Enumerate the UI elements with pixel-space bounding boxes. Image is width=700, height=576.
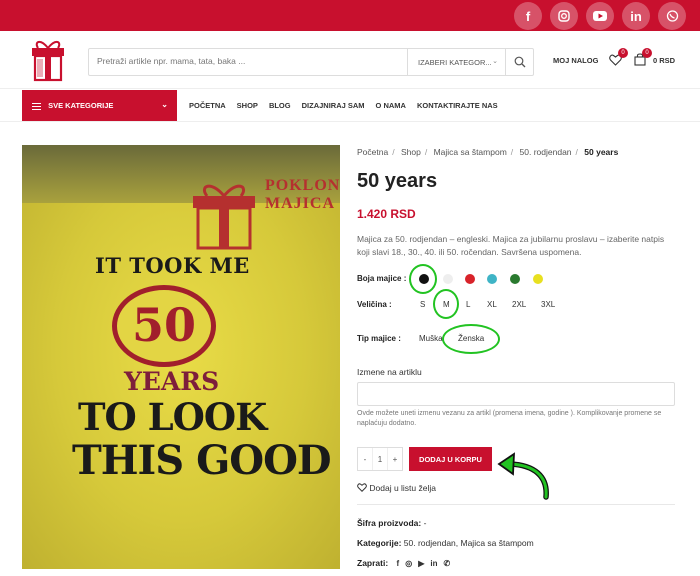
edit-input[interactable] xyxy=(357,382,675,406)
share-viber-icon[interactable]: ✆ xyxy=(443,559,450,568)
main-nav: SVE KATEGORIJE ⌄ POČETNA SHOP BLOG DIZAJ… xyxy=(0,90,700,122)
print-line-1: IT TOOK ME xyxy=(95,253,250,278)
cart-button[interactable]: 0 xyxy=(634,48,652,71)
type-option-male[interactable]: Muška xyxy=(419,334,443,343)
size-option-l[interactable]: L xyxy=(466,300,470,309)
breadcrumb-subcategory[interactable]: 50. rodjendan xyxy=(520,147,572,157)
breadcrumb-home[interactable]: Početna xyxy=(357,147,388,157)
size-option-2xl[interactable]: 2XL xyxy=(512,300,526,309)
search-button[interactable] xyxy=(505,49,533,75)
categories-value[interactable]: 50. rodjendan, Majica sa štampom xyxy=(404,538,534,548)
share-instagram-icon[interactable]: ◎ xyxy=(405,559,412,568)
product-price: 1.420 RSD xyxy=(357,207,416,221)
categories-row: Kategorije: 50. rodjendan, Majica sa šta… xyxy=(357,538,534,548)
nav-item-shop[interactable]: SHOP xyxy=(237,101,258,110)
color-swatch-yellow[interactable] xyxy=(533,274,543,284)
all-categories-label: SVE KATEGORIJE xyxy=(48,101,114,111)
color-swatch-white[interactable] xyxy=(443,274,453,284)
print-number: 50 xyxy=(131,298,196,352)
nav-item-home[interactable]: POČETNA xyxy=(189,101,226,110)
instagram-icon[interactable] xyxy=(550,2,578,30)
edit-label: Izmene na artiklu xyxy=(357,367,422,377)
category-select-label: IZABERI KATEGOR... xyxy=(418,58,492,67)
size-option-s[interactable]: S xyxy=(420,300,425,309)
product-title: 50 years xyxy=(357,170,438,192)
search-bar: Pretraži artikle npr. mama, tata, baka .… xyxy=(88,48,534,76)
facebook-icon[interactable]: f xyxy=(514,2,542,30)
add-to-wishlist-label: Dodaj u listu želja xyxy=(369,483,436,493)
category-select[interactable]: IZABERI KATEGOR... ⌄ xyxy=(407,49,506,75)
sku-label: Šifra proizvoda: xyxy=(357,518,422,528)
print-line-2: YEARS xyxy=(124,367,220,396)
print-line-4: THIS GOOD xyxy=(72,437,332,484)
highlight-circle-color xyxy=(409,264,437,294)
nav-item-about[interactable]: O NAMA xyxy=(376,101,406,110)
wishlist-button[interactable]: 0 xyxy=(609,48,628,71)
search-icon xyxy=(514,56,525,68)
size-option-xl[interactable]: XL xyxy=(487,300,497,309)
breadcrumb: Početna / Shop / Majica sa štampom/ 50. ro… xyxy=(357,147,619,157)
share-youtube-icon[interactable]: ▶ xyxy=(418,559,424,568)
share-row: Zaprati: f ◎ ▶ in ✆ xyxy=(357,558,450,568)
cart-count: 0 xyxy=(642,48,652,58)
color-swatch-cyan[interactable] xyxy=(487,274,497,284)
heart-icon xyxy=(357,483,367,492)
breadcrumb-category[interactable]: Majica sa štampom xyxy=(434,147,507,157)
highlight-circle-size xyxy=(433,289,459,319)
social-links: f in xyxy=(514,2,686,30)
all-categories-button[interactable]: SVE KATEGORIJE ⌄ xyxy=(22,90,177,121)
highlight-circle-type xyxy=(442,324,500,354)
nav-item-contact[interactable]: KONTAKTIRAJTE NAS xyxy=(417,101,498,110)
image-brand-bottom: MAJICA xyxy=(265,195,335,212)
sku-row: Šifra proizvoda: - xyxy=(357,518,426,528)
chevron-down-icon: ⌄ xyxy=(161,100,168,109)
type-label: Tip majice : xyxy=(357,334,401,343)
arrow-annotation-icon xyxy=(497,452,549,500)
youtube-icon[interactable] xyxy=(586,2,614,30)
image-brand-top: POKLON xyxy=(265,177,341,194)
color-swatch-green[interactable] xyxy=(510,274,520,284)
gift-logo-icon[interactable] xyxy=(28,36,68,84)
share-label: Zaprati: xyxy=(357,558,389,568)
product-description: Majica za 50. rodjendan – engleski. Maji… xyxy=(357,234,665,257)
top-bar: f in xyxy=(0,0,700,31)
gift-logo-icon xyxy=(193,184,255,250)
account-link[interactable]: MOJ NALOG xyxy=(553,56,598,65)
color-swatch-red[interactable] xyxy=(465,274,475,284)
cart-total[interactable]: 0 RSD xyxy=(653,56,675,65)
nav-item-design[interactable]: DIZAJNIRAJ SAM xyxy=(302,101,365,110)
nav-item-blog[interactable]: BLOG xyxy=(269,101,291,110)
nav-menu: POČETNA SHOP BLOG DIZAJNIRAJ SAM O NAMA … xyxy=(189,101,498,110)
qty-plus-button[interactable]: + xyxy=(388,448,402,470)
search-input[interactable]: Pretraži artikle npr. mama, tata, baka .… xyxy=(97,56,245,66)
color-label: Boja majice : xyxy=(357,274,407,283)
add-to-cart-button[interactable]: DODAJ U KORPU xyxy=(409,447,492,471)
wishlist-count: 0 xyxy=(618,48,628,58)
size-label: Veličina : xyxy=(357,300,392,309)
image-brand-text: POKLON MAJICA xyxy=(265,177,340,213)
print-line-3: TO LOOK xyxy=(78,395,267,439)
print-ring: 50 xyxy=(112,285,216,367)
add-to-wishlist-link[interactable]: Dodaj u listu želja xyxy=(357,483,436,493)
menu-icon xyxy=(32,101,41,112)
divider xyxy=(357,504,675,505)
size-option-3xl[interactable]: 3XL xyxy=(541,300,555,309)
linkedin-icon[interactable]: in xyxy=(622,2,650,30)
breadcrumb-shop[interactable]: Shop xyxy=(401,147,421,157)
chevron-down-icon: ⌄ xyxy=(492,58,498,65)
categories-label: Kategorije: xyxy=(357,538,402,548)
qty-minus-button[interactable]: - xyxy=(358,448,372,470)
sku-value: - xyxy=(423,518,427,528)
edit-help-text: Ovde možete uneti izmenu vezanu za artik… xyxy=(357,410,662,427)
share-facebook-icon[interactable]: f xyxy=(397,559,400,568)
quantity-stepper: - 1 + xyxy=(357,447,403,471)
share-linkedin-icon[interactable]: in xyxy=(430,559,437,568)
qty-value[interactable]: 1 xyxy=(372,448,388,470)
viber-icon[interactable] xyxy=(658,2,686,30)
breadcrumb-current: 50 years xyxy=(584,147,619,157)
